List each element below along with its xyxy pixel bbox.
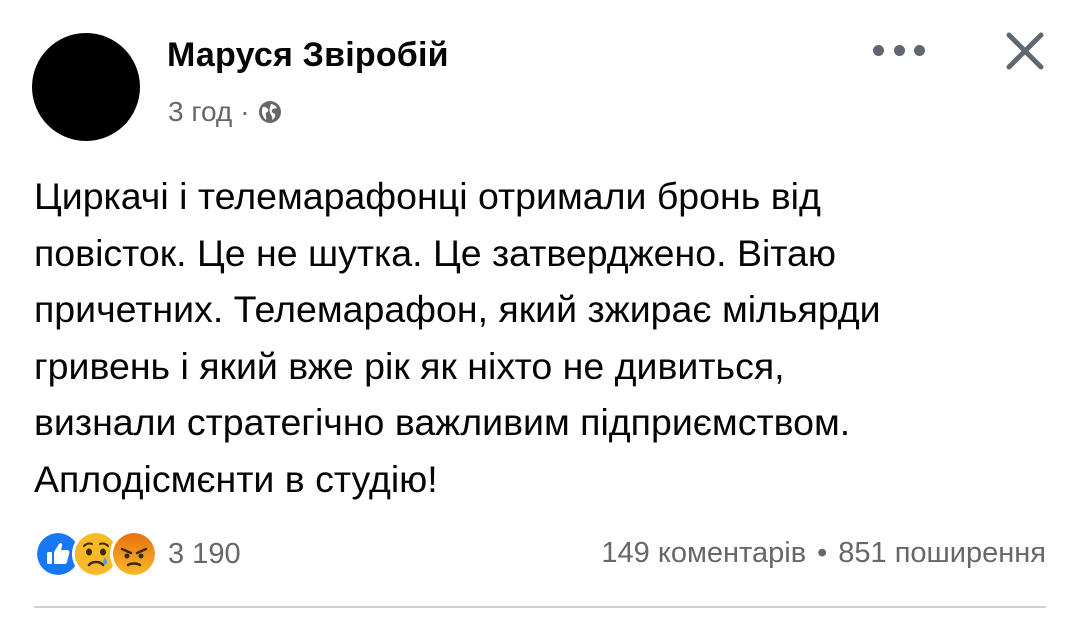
shares-count[interactable]: 851 поширення [838, 537, 1046, 570]
globe-icon[interactable] [258, 100, 282, 124]
more-horizontal-icon[interactable] [873, 38, 925, 62]
comments-count[interactable]: 149 коментарів [601, 537, 806, 570]
post-meta: 3 год · [168, 96, 282, 128]
author-name[interactable]: Маруся Звіробій [167, 36, 449, 75]
reactions-summary[interactable]: 3 190 [34, 530, 241, 578]
avatar[interactable] [32, 33, 140, 141]
meta-separator: · [240, 96, 250, 127]
reaction-count[interactable]: 3 190 [168, 538, 241, 571]
post-time[interactable]: 3 год [168, 96, 232, 128]
engagement-stats: 149 коментарів • 851 поширення [601, 537, 1046, 570]
post-text: Циркачі і телемарафонці отримали бронь в… [34, 175, 881, 500]
more-dot [873, 44, 884, 56]
divider [34, 606, 1046, 608]
angry-icon [110, 530, 158, 578]
reaction-icons [34, 530, 158, 578]
more-dot [893, 44, 905, 56]
close-icon[interactable] [1002, 28, 1048, 74]
more-dot [914, 44, 925, 56]
engagement-separator: • [817, 537, 828, 569]
